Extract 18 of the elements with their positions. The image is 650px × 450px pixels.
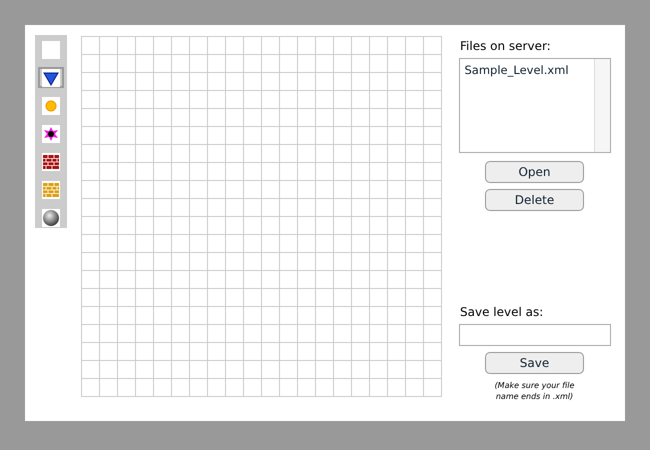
- hint-text: (Make sure your file name ends in .xml): [494, 381, 576, 403]
- save-button[interactable]: Save: [485, 352, 584, 374]
- open-button[interactable]: Open: [485, 161, 584, 183]
- files-label: Files on server:: [460, 38, 551, 55]
- blank-tile-icon: [42, 40, 60, 58]
- delete-button[interactable]: Delete: [485, 189, 584, 211]
- level-grid[interactable]: [81, 36, 442, 397]
- brick-icon: [42, 152, 60, 170]
- file-list[interactable]: Sample_Level.xml: [458, 58, 610, 153]
- filename-field[interactable]: [458, 324, 610, 346]
- file-item[interactable]: Sample_Level.xml: [460, 59, 594, 82]
- scrollbar[interactable]: [594, 59, 610, 152]
- coin-icon: [42, 96, 60, 114]
- ball-icon: [42, 208, 60, 226]
- tool-button[interactable]: [38, 67, 64, 88]
- spike-icon: [42, 124, 60, 142]
- save-label: Save level as:: [460, 304, 544, 321]
- stone-brick-icon: [42, 180, 60, 198]
